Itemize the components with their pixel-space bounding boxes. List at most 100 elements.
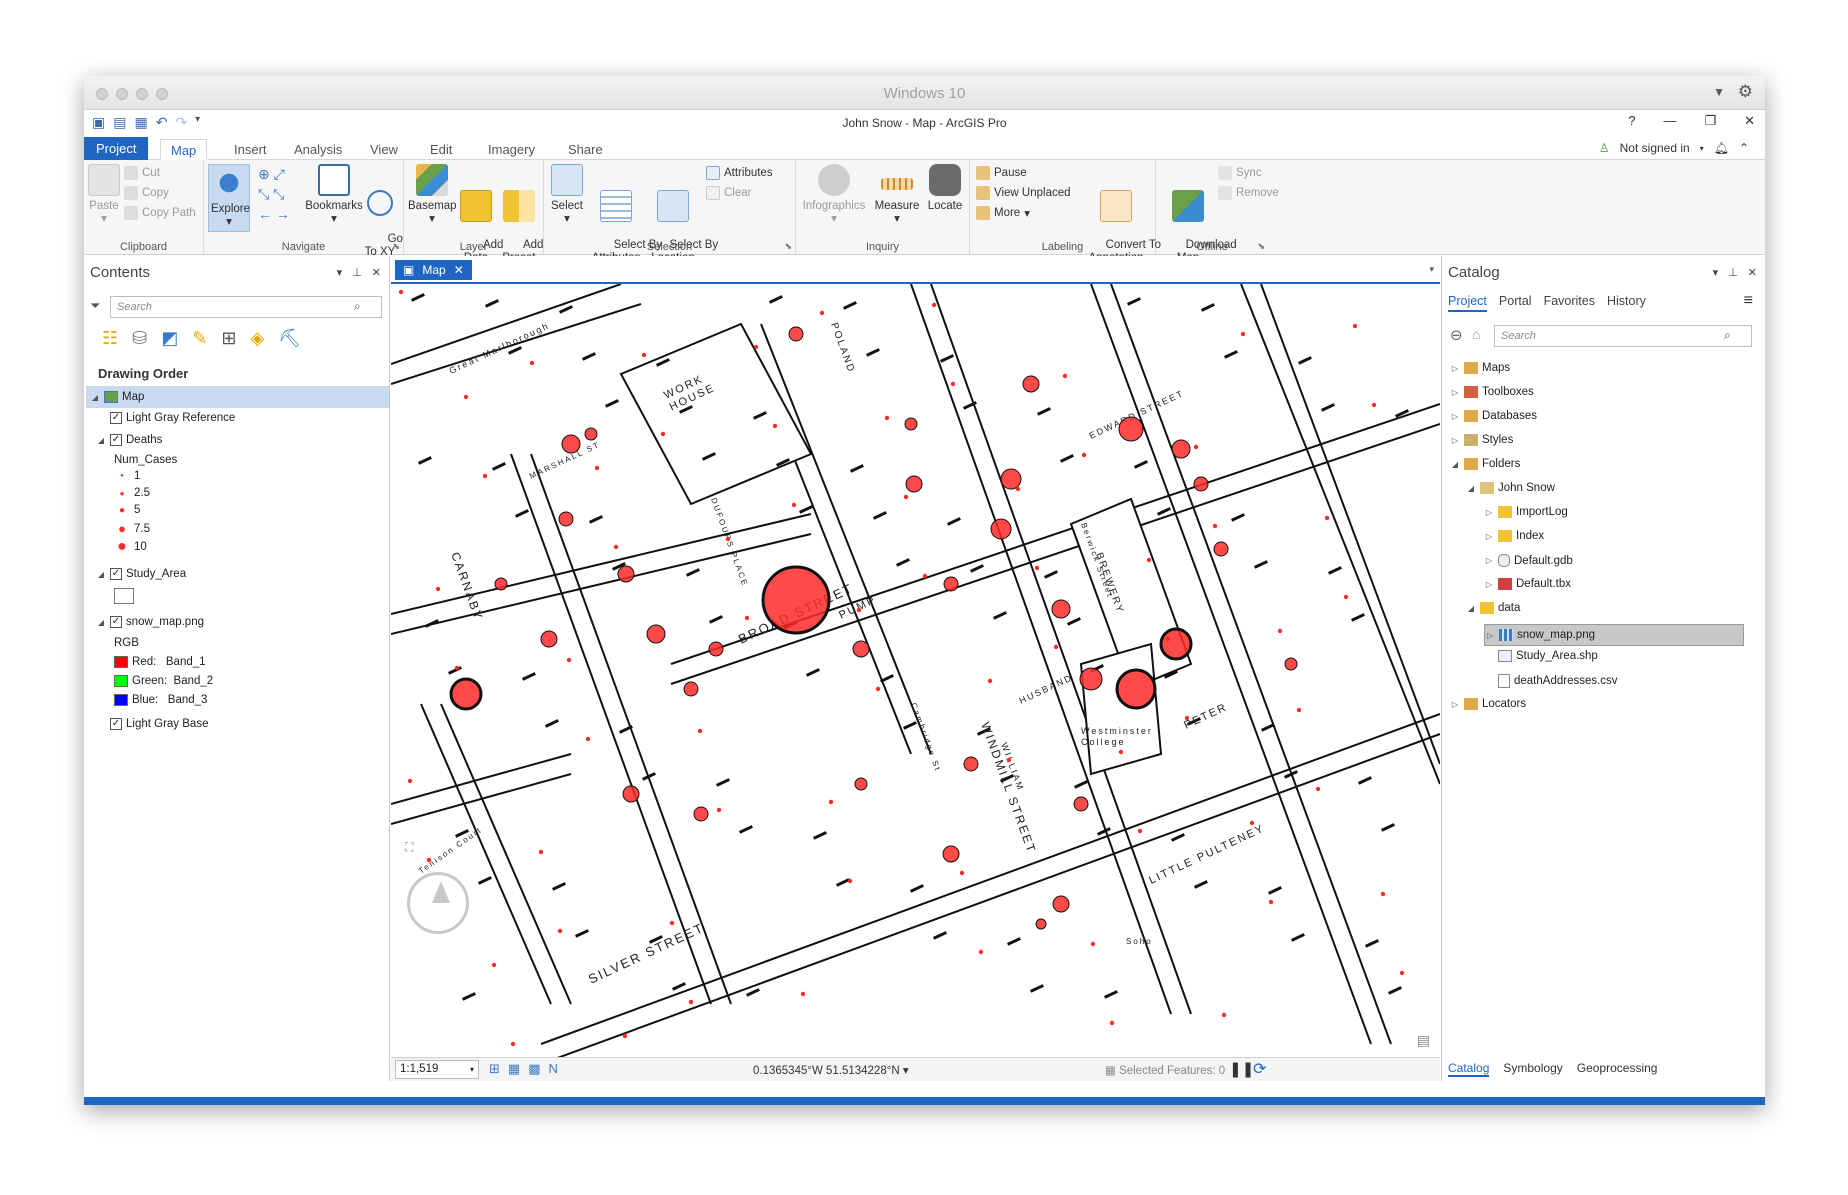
tab-catalog[interactable]: Catalog [1448,1061,1490,1077]
expand-icon[interactable]: ▷ [1484,508,1494,517]
polygon-symbol[interactable] [114,588,134,604]
layer-light-gray-reference[interactable]: ✓ Light Gray Reference [110,412,235,424]
close-button[interactable]: ✕ [1744,113,1755,129]
map-canvas[interactable]: WORKHOUSE BREWERY Westminster College PUMP BR… [391,282,1440,1057]
dialog-launcher-icon[interactable]: ⬊ [1257,241,1265,252]
expand-icon[interactable]: ◢ [96,436,106,445]
filter-icon[interactable]: ⏷ [90,298,100,314]
pin-icon[interactable]: ⊥ [352,266,362,279]
expand-icon[interactable]: ▷ [1450,436,1460,445]
expand-icon[interactable]: ▷ [1450,388,1460,397]
layer-study-area[interactable]: ◢ ✓ Study_Area [96,568,186,580]
dropdown-icon[interactable]: ▾ [470,1065,474,1074]
pause-button[interactable]: Pause [976,166,1027,180]
tab-insert[interactable]: Insert [224,139,277,160]
catalog-item-index[interactable]: ▷ Index [1484,530,1544,542]
home-icon[interactable]: ⌂ [1472,326,1480,342]
search-icon[interactable]: ⌕ [1724,328,1731,343]
data-source-icon[interactable]: ⛁ [132,328,147,349]
tab-map-view[interactable]: ▣ Map ✕ [395,260,472,280]
expand-icon[interactable]: ◢ [96,570,106,579]
expand-icon[interactable]: ▷ [1450,412,1460,421]
north-icon[interactable]: N [549,1061,558,1077]
catalog-item-importlog[interactable]: ▷ ImportLog [1484,506,1568,518]
minimize-button[interactable]: — [1663,113,1676,129]
grid-snap-icon[interactable]: ⊞ [489,1061,500,1077]
restore-button[interactable]: ❐ [1704,113,1716,129]
map-notes-icon[interactable]: ▤ [1417,1032,1430,1049]
signin-status[interactable]: Not signed in [1620,141,1690,155]
catalog-item-john-snow[interactable]: ◢ John Snow [1466,482,1555,494]
basemap-button[interactable]: Basemap ▾ [408,164,457,226]
expand-icon[interactable]: ▷ [1450,700,1460,709]
chevron-down-icon[interactable]: ▼ [1713,85,1725,99]
visibility-checkbox[interactable]: ✓ [110,568,122,580]
tab-history[interactable]: History [1607,294,1646,312]
tab-imagery[interactable]: Imagery [478,139,545,160]
catalog-item-maps[interactable]: ▷ Maps [1450,362,1510,374]
back-icon[interactable]: ⊖ [1450,326,1463,344]
collapse-ribbon-icon[interactable]: ⌃ [1739,141,1749,155]
expand-icon[interactable]: ▷ [1484,556,1494,565]
tab-share[interactable]: Share [558,139,613,160]
help-icon[interactable]: ? [1628,113,1635,129]
drawing-order-icon[interactable]: ☷ [102,328,118,349]
editing-icon[interactable]: ✎ [192,328,207,349]
catalog-item-study-area[interactable]: Study_Area.shp [1498,650,1598,662]
close-pane-icon[interactable]: ✕ [372,266,381,279]
layer-deaths[interactable]: ◢ ✓ Deaths [96,434,162,446]
select-button[interactable]: Select ▾ [548,164,586,226]
contents-search-input[interactable]: Search [110,296,382,318]
expand-icon[interactable]: ▷ [1485,631,1495,640]
tree-map[interactable]: ◢ Map [86,386,389,408]
selected-features-count[interactable]: ▦ Selected Features: 0 [1105,1063,1225,1077]
tab-geoprocessing[interactable]: Geoprocessing [1577,1061,1658,1077]
compass-icon[interactable] [407,872,469,934]
pause-drawing-icon[interactable]: ❚❚ [1229,1060,1254,1078]
bell-icon[interactable]: 🔔︎ [1714,141,1729,155]
scale-combo[interactable]: 1:1,519 ▾ [395,1060,479,1079]
gear-icon[interactable]: ⚙ [1738,82,1753,102]
catalog-item-default-gdb[interactable]: ▷ Default.gdb [1484,554,1573,567]
visibility-checkbox[interactable]: ✓ [110,412,122,424]
paste-button[interactable]: Paste ▾ [88,164,120,226]
tab-dropdown-icon[interactable]: ▾ [1429,264,1434,275]
search-icon[interactable]: ⌕ [354,299,361,314]
catalog-item-databases[interactable]: ▷ Databases [1450,410,1537,422]
catalog-item-death-addresses[interactable]: deathAddresses.csv [1498,674,1618,688]
refresh-icon[interactable]: ⟳ [1253,1059,1266,1079]
infographics-button[interactable]: Infographics ▾ [800,164,868,226]
catalog-item-data[interactable]: ◢ data [1466,602,1520,614]
view-unplaced-button[interactable]: View Unplaced [976,186,1071,200]
tab-project[interactable]: Project [84,137,149,160]
full-extent-icon[interactable]: ⊕ ⤢ [258,166,285,183]
catalog-item-snow-map[interactable]: ▷ snow_map.png [1484,624,1744,646]
visibility-checkbox[interactable]: ✓ [110,616,122,628]
close-tab-icon[interactable]: ✕ [454,263,464,277]
table-snap-icon[interactable]: ▦ [508,1061,520,1077]
previous-extent-icon[interactable]: ← → [258,206,290,222]
dialog-launcher-icon[interactable]: ⬊ [392,241,400,252]
red-swatch[interactable] [114,656,128,668]
catalog-search-input[interactable]: Search [1494,325,1752,347]
tab-portal[interactable]: Portal [1499,294,1532,312]
catalog-item-default-tbx[interactable]: ▷ Default.tbx [1484,578,1571,590]
blue-swatch[interactable] [114,694,128,706]
remove-button[interactable]: Remove [1218,186,1279,200]
expand-icon[interactable]: ▷ [1484,532,1494,541]
coordinates-readout[interactable]: 0.1365345°W 51.5134228°N ▾ [753,1063,909,1077]
expand-icon[interactable]: ◢ [90,393,100,402]
visibility-checkbox[interactable]: ✓ [110,434,122,446]
tab-edit[interactable]: Edit [420,139,462,160]
layer-light-gray-base[interactable]: ✓ Light Gray Base [110,718,208,730]
collapse-icon[interactable]: ◢ [1466,604,1476,613]
copy-button[interactable]: Copy [124,186,169,200]
catalog-item-toolboxes[interactable]: ▷ Toolboxes [1450,386,1534,398]
snapping-icon[interactable]: ⊞ [221,328,236,349]
pane-menu-icon[interactable]: ▾ [1713,266,1719,279]
tab-symbology[interactable]: Symbology [1503,1061,1562,1077]
fixed-zoom-icon[interactable]: ⤡ ⤡ [258,186,284,203]
hamburger-menu-icon[interactable]: ≡ [1744,292,1753,310]
visibility-checkbox[interactable]: ✓ [110,718,122,730]
catalog-item-locators[interactable]: ▷ Locators [1450,698,1526,710]
